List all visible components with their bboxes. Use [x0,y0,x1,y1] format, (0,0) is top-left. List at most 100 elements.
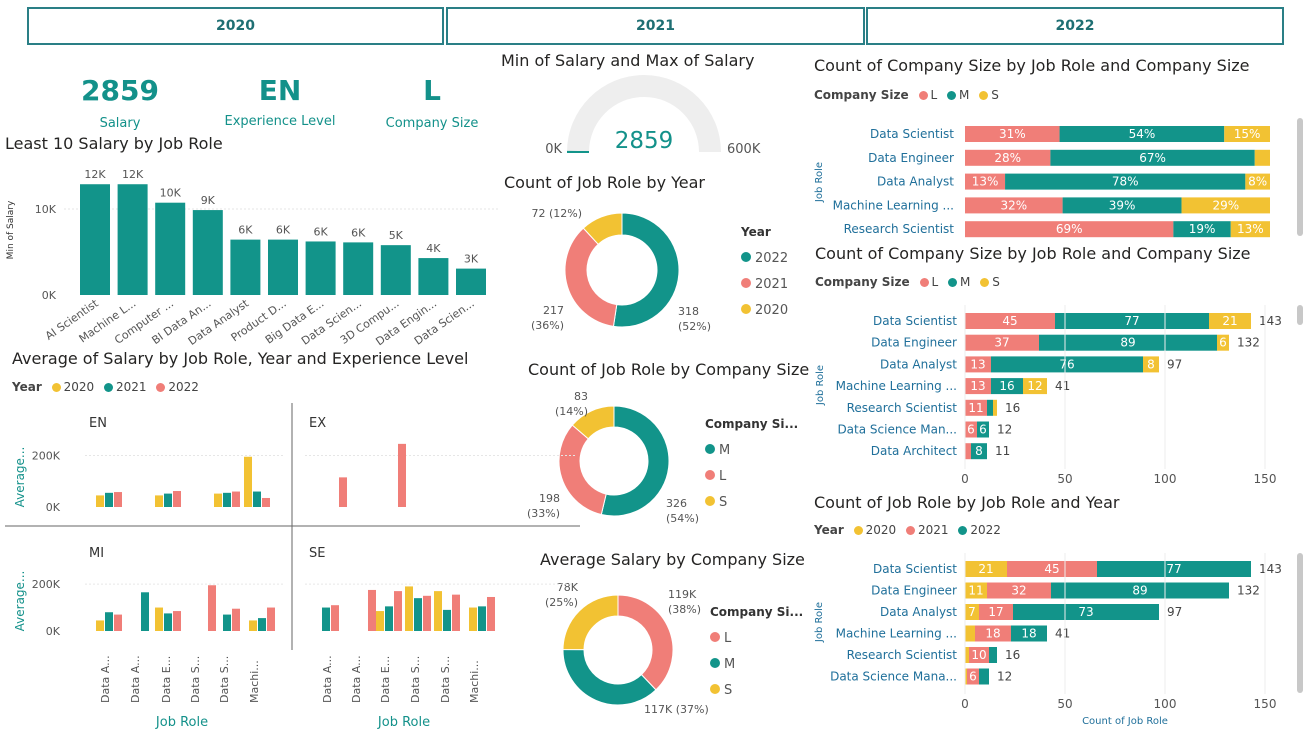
stack_year-data-label: 89 [1132,584,1147,598]
stack100-data-label: 29% [1212,198,1239,212]
donut_size-legend-dot [705,444,715,454]
avg-matrix-bar [114,492,122,507]
avg-matrix-bar [155,495,163,507]
least10-data-label: 6K [313,225,328,238]
stack_count-xtick: 100 [1154,472,1177,486]
avg-matrix-ytick: 0K [46,625,61,638]
avg-matrix-bar [164,493,172,507]
stack_count-data-label: 76 [1059,357,1074,371]
avg-matrix-bar [232,608,240,631]
donut_year-slice [564,227,618,327]
least10-data-label: 9K [201,194,216,207]
avg-matrix-ylabel: Average... [13,571,27,632]
avg-matrix-bar [173,491,181,507]
avg-matrix-bar [262,497,270,507]
least10-bar [117,184,148,295]
stack_count-total-label: 12 [997,423,1012,437]
donut_avg-legend-dot [710,632,720,642]
avg-matrix-bar [423,595,431,631]
donut_size-slice [558,424,607,516]
least10-bar [192,210,223,295]
stack_year-total-label: 16 [1005,648,1020,662]
stack_year-xtick: 150 [1254,697,1277,711]
stack100-data-label: 28% [994,151,1021,165]
stack_year-ylabel: Job Role [814,602,825,643]
stack_count-total-label: 11 [995,444,1010,458]
avg-matrix-xcategory: Data S... [409,656,422,703]
avg-matrix-bar [469,607,477,631]
avg-matrix-bar [478,606,486,631]
donut_size-slice-label: 326 [666,497,687,510]
stack_year-data-label: 11 [968,584,983,598]
stack100-data-label: 8% [1248,175,1267,189]
stack_year-xtick: 0 [961,697,969,711]
donut_avg-legend-title: Company Si... [710,605,803,619]
gauge-max-label: 600K [727,142,761,157]
stack_count-data-label: 6 [979,423,987,437]
avg-matrix-xlabel: Job Role [377,715,430,730]
stack100-data-label: 19% [1189,222,1216,236]
donut_size-legend-label: L [719,469,727,484]
stack_count-data-label: 6 [967,423,975,437]
avg-matrix-bar [141,592,149,631]
donut_year-legend-dot [741,278,751,288]
avg-matrix-bar [253,491,261,507]
stack_count-data-label: 21 [1222,314,1237,328]
stack_year-category-label: Data Scientist [873,562,957,576]
avg-matrix-ytick: 0K [46,501,61,514]
least10-data-label: 3K [464,253,479,266]
donut_year-slice-label: 72 (12%) [531,207,582,220]
stack100-data-label: 31% [999,127,1026,141]
avg-matrix-bar [339,477,347,507]
donut_size-legend-label: M [719,443,730,458]
donut_size-slice-label: (14%) [555,405,588,418]
stack_year-category-label: Machine Learning ... [836,627,957,641]
least10-data-label: 6K [351,226,366,239]
least10-bar [418,258,449,295]
stack_year-data-label: 32 [1011,584,1026,598]
stack100-ylabel: Job Role [814,162,825,203]
avg-matrix-bar [258,618,266,631]
stack_year-data-label: 18 [985,627,1000,641]
donut_avg-legend-dot [710,658,720,668]
donut_size-slice-label: (33%) [527,507,560,520]
stack_count-data-label: 89 [1120,336,1135,350]
stack_count-category-label: Data Science Man... [837,423,957,437]
donut_avg-slice [562,648,657,706]
avg-matrix-bar [322,607,330,631]
donut_year-legend-dot [741,304,751,314]
avg-matrix-xcategory: Data A... [321,655,334,703]
stack_year-category-label: Research Scientist [847,648,958,662]
avg-matrix-panel-title: EX [309,416,326,431]
stack_count-ylabel: Job Role [815,365,826,406]
stack100-data-label: 39% [1109,198,1136,212]
donut_year-legend-label: 2021 [755,277,788,292]
stack100-data-label: 69% [1056,222,1083,236]
least10-bar [343,242,374,295]
stack_year-data-label: 10 [971,648,986,662]
least10-bar [80,184,110,295]
avg-matrix-bar [443,609,451,631]
stack_year-bar-segment [979,668,989,685]
donut_year-legend-label: 2020 [755,303,788,318]
stack100-data-label: 32% [1000,198,1027,212]
stack_count-category-label: Machine Learning ... [836,379,957,393]
avg-matrix-bar [267,607,275,631]
stack_year-total-label: 132 [1237,584,1260,598]
stack_year-total-label: 12 [997,670,1012,684]
avg-matrix-bar [244,456,252,507]
avg-matrix-bar [376,611,384,631]
stack_year-data-label: 77 [1166,562,1181,576]
least10-ytick: 0K [42,289,57,302]
stack_count-bar-segment [993,399,997,416]
avg-matrix-bar [105,612,113,631]
stack_year-category-label: Data Analyst [880,605,957,619]
avg-matrix-bar [173,611,181,631]
stack_count-data-label: 13 [970,379,985,393]
avg-matrix-bar [452,594,460,631]
donut_avg-legend-dot [710,684,720,694]
avg-matrix-bar [208,585,216,631]
avg-matrix-xcategory: Data S... [189,656,202,703]
avg-matrix-bar [394,591,402,631]
stack_count-data-label: 45 [1002,314,1017,328]
